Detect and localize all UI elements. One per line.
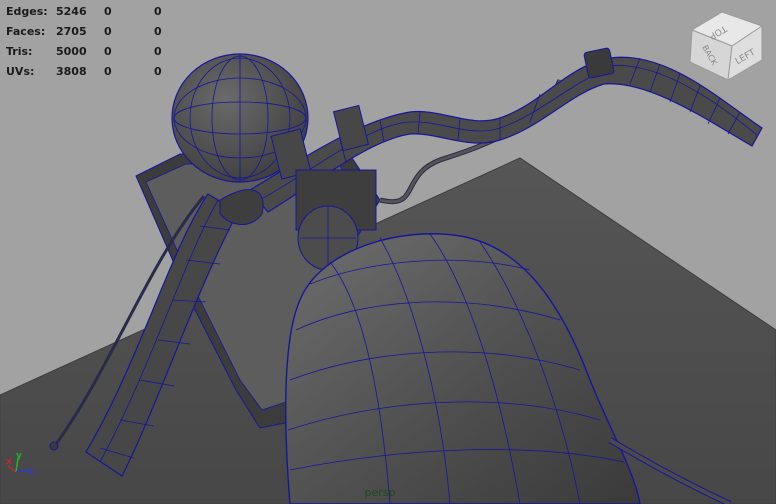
hud-row-edges: Edges: 5246 0 0: [6, 4, 174, 24]
hud-value: 0: [104, 65, 112, 78]
hud-value: 0: [104, 5, 112, 18]
hud-label: Faces:: [6, 25, 46, 38]
axis-gizmo: x y z: [6, 451, 33, 477]
hud-row-uvs: UVs: 3808 0 0: [6, 64, 174, 84]
hud-value: 5000: [56, 45, 87, 58]
hud-row-faces: Faces: 2705 0 0: [6, 24, 174, 44]
axis-z-label: z: [28, 467, 33, 477]
hud-value: 0: [104, 45, 112, 58]
hud-row-tris: Tris: 5000 0 0: [6, 44, 174, 64]
hud-value: 0: [104, 25, 112, 38]
maya-viewport[interactable]: Edges: 5246 0 0 Faces: 2705 0 0 Tris: 5000 0 0 UV…: [0, 0, 776, 504]
hud-label: Edges:: [6, 5, 48, 18]
hud-value: 0: [154, 45, 162, 58]
hud-label: UVs:: [6, 65, 35, 78]
hud-label: Tris:: [6, 45, 33, 58]
hud-value: 0: [154, 5, 162, 18]
hud-value: 0: [154, 65, 162, 78]
hud-value: 3808: [56, 65, 87, 78]
poly-count-hud: Edges: 5246 0 0 Faces: 2705 0 0 Tris: 5000 0 0 UV…: [6, 4, 174, 84]
hud-value: 0: [154, 25, 162, 38]
axis-y-label: y: [16, 451, 22, 461]
viewcube[interactable]: TOP BACK LEFT: [688, 8, 768, 84]
hud-value: 5246: [56, 5, 87, 18]
hud-value: 2705: [56, 25, 87, 38]
axis-x-label: x: [6, 457, 12, 467]
camera-name-label: persp: [364, 486, 396, 499]
